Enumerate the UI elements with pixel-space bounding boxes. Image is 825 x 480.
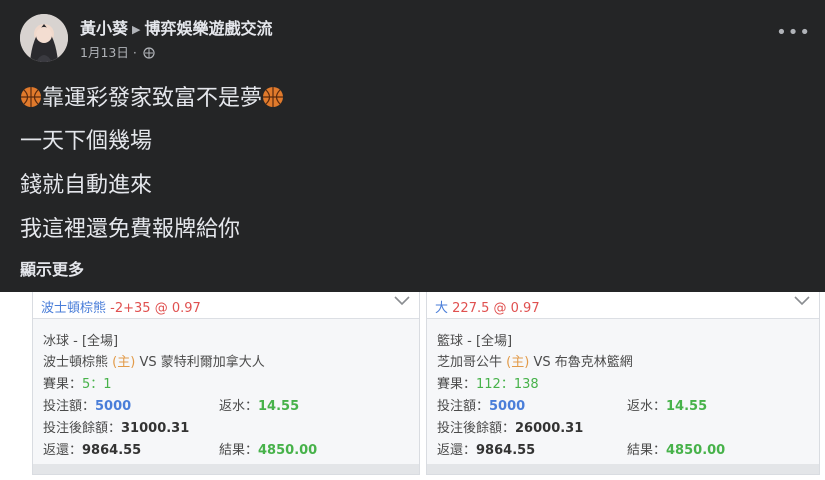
away-team: 布魯克林籃網 [554,355,633,370]
post-header-line: 黃小葵 ▶ 博弈娛樂遊戲交流 [80,15,273,39]
bet-pick: 波士頓棕熊 -2+35 @ 0.97 [41,297,201,316]
card-bottom-bar [427,464,819,474]
sport-label: 籃球 - [全場] [437,334,513,349]
bet-slip-header[interactable]: 波士頓棕熊 -2+35 @ 0.97 [33,292,419,319]
balance-label: 投注後餘額： [43,421,122,436]
home-tag: (主) [506,355,530,370]
home-team: 芝加哥公牛 [437,355,503,370]
return-row: 返還：9864.55 [43,439,141,458]
card-bottom-bar [33,464,419,474]
pick-line: 227.5 [452,301,490,316]
return-value: 9864.55 [476,443,536,458]
vs-label: VS [139,355,157,370]
bet-slip-card: 波士頓棕熊 -2+35 @ 0.97 冰球 - [全場] 波士頓棕熊 (主) V… [32,292,420,475]
post-line-4: 我這裡還免費報牌給你 [20,217,241,242]
stake-row: 投注額：5000 [43,395,131,414]
post-date[interactable]: 1月13日 [80,45,129,60]
result-value: 5：1 [82,377,112,392]
sport-label: 冰球 - [全場] [43,334,119,349]
see-more-link[interactable]: 顯示更多 [20,256,84,280]
result-label: 賽果： [437,377,477,392]
rebate-row: 返水：14.55 [627,395,707,414]
post-line-1: 靠運彩發家致富不是夢 [20,80,284,114]
stake-row: 投注額：5000 [437,395,525,414]
arrow-right-icon: ▶ [132,23,141,36]
result-row: 賽果：112：138 [437,373,539,392]
bet-slip-card: 大 227.5 @ 0.97 籃球 - [全場] 芝加哥公牛 (主) VS 布魯… [426,292,820,475]
author-name[interactable]: 黃小葵 [80,19,128,38]
stake-label: 投注額： [437,399,490,414]
result-value: 112：138 [476,377,539,392]
matchup: 芝加哥公牛 (主) VS 布魯克林籃網 [437,351,633,370]
post-meta: 1月13日 · [80,42,155,62]
rebate-label: 返水： [627,399,667,414]
outcome-row: 結果：4850.00 [219,439,317,458]
outcome-value: 4850.00 [258,443,318,458]
pick-team: 大 [435,301,449,316]
post-line-2: 一天下個幾場 [20,129,153,154]
return-label: 返還： [43,443,83,458]
chevron-down-icon[interactable] [393,294,411,312]
pick-odds: @ 0.97 [493,301,540,316]
more-dots-icon[interactable]: ••• [776,22,811,43]
return-label: 返還： [437,443,477,458]
post-panel: 黃小葵 ▶ 博弈娛樂遊戲交流 1月13日 · ••• 靠運彩發家致富不是夢 一天下個… [0,0,825,292]
matchup: 波士頓棕熊 (主) VS 蒙特利爾加拿大人 [43,351,265,370]
stake-label: 投注額： [43,399,96,414]
home-tag: (主) [112,355,136,370]
post-line-3: 錢就自動進來 [20,173,153,198]
outcome-label: 結果： [627,443,667,458]
chevron-down-icon[interactable] [793,294,811,312]
balance-value: 31000.31 [121,421,190,436]
bet-slip-header[interactable]: 大 227.5 @ 0.97 [427,292,819,319]
basketball-icon [262,86,284,114]
rebate-value: 14.55 [258,399,300,414]
balance-label: 投注後餘額： [437,421,516,436]
outcome-row: 結果：4850.00 [627,439,725,458]
stake-value: 5000 [95,399,132,414]
rebate-value: 14.55 [666,399,708,414]
result-label: 賽果： [43,377,83,392]
balance-value: 26000.31 [515,421,584,436]
vs-label: VS [533,355,551,370]
outcome-label: 結果： [219,443,259,458]
home-team: 波士頓棕熊 [43,355,109,370]
balance-row: 投注後餘額：31000.31 [43,417,189,436]
pick-line: -2+35 [110,301,151,316]
basketball-icon [20,86,42,114]
bet-pick: 大 227.5 @ 0.97 [435,297,540,316]
return-value: 9864.55 [82,443,142,458]
outcome-value: 4850.00 [666,443,726,458]
rebate-label: 返水： [219,399,259,414]
avatar[interactable] [20,14,68,62]
away-team: 蒙特利爾加拿大人 [160,355,265,370]
stake-value: 5000 [489,399,526,414]
pick-team: 波士頓棕熊 [41,301,107,316]
post-line-text: 靠運彩發家致富不是夢 [42,86,263,111]
pick-odds: @ 0.97 [154,301,201,316]
result-row: 賽果：5：1 [43,373,112,392]
balance-row: 投注後餘額：26000.31 [437,417,583,436]
rebate-row: 返水：14.55 [219,395,299,414]
return-row: 返還：9864.55 [437,439,535,458]
audience-globe-icon [143,47,155,62]
group-name[interactable]: 博弈娛樂遊戲交流 [144,19,272,38]
